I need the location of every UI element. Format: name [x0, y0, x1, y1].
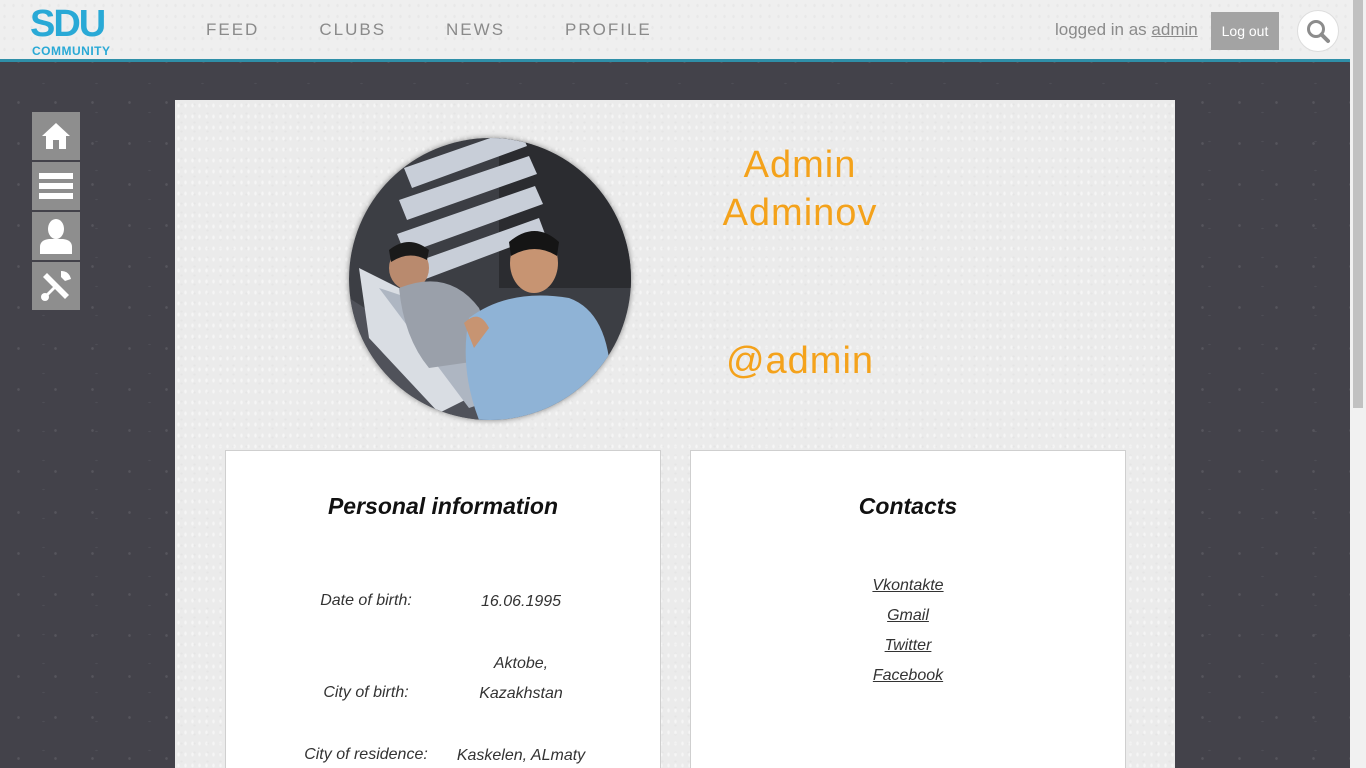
search-button[interactable] — [1297, 10, 1339, 52]
site-logo[interactable]: SDU COMMUNITY — [30, 4, 125, 58]
profile-first-name: Admin — [743, 144, 857, 186]
sidebar-profile-button[interactable] — [32, 212, 80, 260]
birth-city-value-line1: Aktobe, — [493, 655, 549, 672]
contact-link-vkontakte[interactable]: Vkontakte — [691, 571, 1125, 601]
contact-link-facebook[interactable]: Facebook — [691, 661, 1125, 691]
sidebar-settings-button[interactable] — [32, 262, 80, 310]
personal-info-panel: Personal information Date of birth: 16.0… — [225, 450, 661, 768]
birth-city-label: City of birth: — [323, 684, 409, 701]
main-nav: FEED CLUBS NEWS PROFILE — [206, 20, 712, 40]
profile-avatar — [349, 138, 631, 420]
user-icon — [40, 219, 72, 254]
contact-links: Vkontakte Gmail Twitter Facebook — [691, 571, 1125, 691]
profile-last-name: Adminov — [722, 192, 878, 234]
tools-icon — [41, 271, 71, 301]
dob-label: Date of birth: — [320, 592, 412, 609]
contact-link-twitter[interactable]: Twitter — [691, 631, 1125, 661]
sidebar-home-button[interactable] — [32, 112, 80, 160]
nav-news[interactable]: NEWS — [446, 20, 505, 40]
side-toolbar — [32, 112, 80, 312]
residence-label: City of residence: — [304, 746, 428, 763]
search-icon — [1307, 20, 1330, 43]
personal-info-title: Personal information — [327, 493, 559, 519]
scrollbar-thumb[interactable] — [1353, 0, 1363, 408]
logo-subtitle: COMMUNITY — [32, 44, 111, 58]
avatar-photo — [349, 138, 631, 420]
logo-mark: SDU — [30, 3, 106, 45]
top-header: SDU COMMUNITY FEED CLUBS NEWS PROFILE lo… — [0, 0, 1350, 62]
menu-icon — [39, 173, 73, 199]
contacts-panel: Contacts Vkontakte Gmail Twitter Faceboo… — [690, 450, 1126, 768]
logged-in-user-link[interactable]: admin — [1151, 20, 1197, 39]
profile-handle: @admin — [725, 340, 875, 382]
residence-value: Kaskelen, ALmaty — [456, 747, 586, 764]
page-scrollbar[interactable] — [1350, 0, 1366, 768]
contacts-title: Contacts — [858, 493, 958, 519]
nav-profile[interactable]: PROFILE — [565, 20, 652, 40]
dob-value: 16.06.1995 — [480, 593, 562, 610]
contact-link-gmail[interactable]: Gmail — [691, 601, 1125, 631]
profile-card: Admin Adminov @admin Personal informatio… — [175, 100, 1175, 768]
login-prefix: logged in as — [1055, 20, 1152, 39]
sidebar-menu-button[interactable] — [32, 162, 80, 210]
home-icon — [42, 123, 70, 149]
nav-feed[interactable]: FEED — [206, 20, 259, 40]
birth-city-value-line2: Kazakhstan — [479, 685, 563, 702]
login-status: logged in as admin — [1055, 20, 1198, 40]
nav-clubs[interactable]: CLUBS — [319, 20, 386, 40]
logout-button[interactable]: Log out — [1211, 12, 1279, 50]
